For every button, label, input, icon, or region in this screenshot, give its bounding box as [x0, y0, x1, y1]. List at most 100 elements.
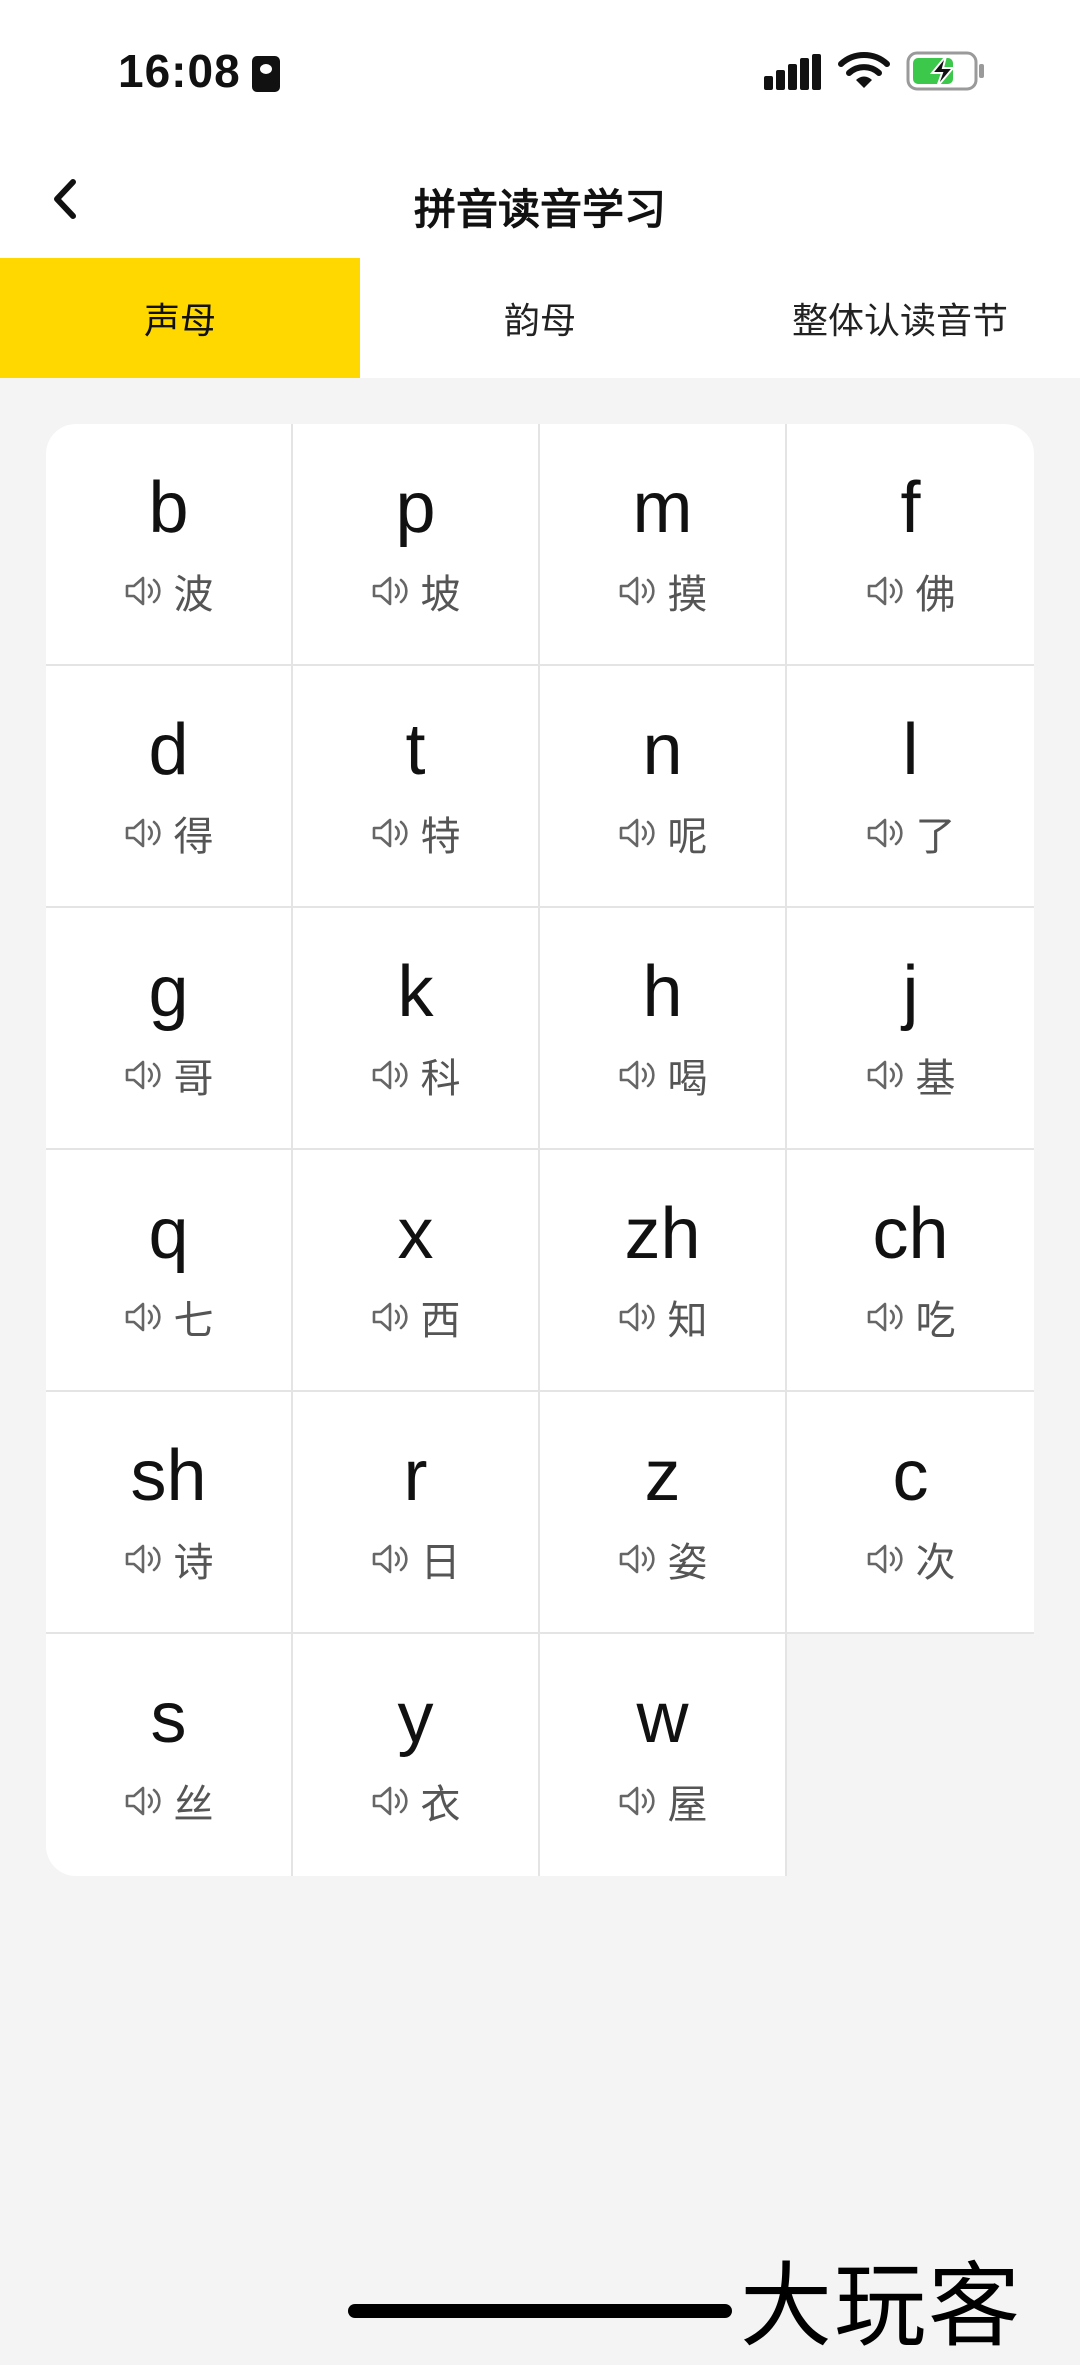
pronunciation-hint[interactable]: 姿: [618, 1530, 708, 1588]
speaker-icon: [125, 1302, 161, 1332]
pinyin-card[interactable]: m摸: [540, 424, 787, 666]
pronunciation-hint[interactable]: 了: [866, 804, 956, 862]
pinyin-card[interactable]: sh 诗: [46, 1392, 293, 1634]
status-time: 16:08: [118, 45, 241, 97]
pronunciation-hint[interactable]: 佛: [866, 562, 956, 620]
example-character: 基: [915, 1056, 956, 1102]
pinyin-card[interactable]: k科: [293, 908, 540, 1150]
watermark: 大玩客: [740, 2253, 1023, 2360]
pronunciation-hint[interactable]: 特: [371, 804, 461, 862]
example-character: 吃: [915, 1298, 956, 1344]
pinyin-letter: w: [636, 1678, 689, 1758]
pronunciation-hint[interactable]: 波: [124, 562, 214, 620]
example-character: 坡: [420, 572, 461, 618]
speaker-icon: [619, 1302, 655, 1332]
pinyin-letter: c: [892, 1436, 929, 1516]
pinyin-card[interactable]: h喝: [540, 908, 787, 1150]
pronunciation-hint[interactable]: 哥: [124, 1046, 214, 1104]
example-character: 知: [667, 1298, 708, 1344]
pinyin-card[interactable]: ch 吃: [787, 1150, 1034, 1392]
pinyin-card[interactable]: n呢: [540, 666, 787, 908]
pinyin-card[interactable]: j基: [787, 908, 1034, 1150]
speaker-icon: [867, 818, 903, 848]
pinyin-card[interactable]: f佛: [787, 424, 1034, 666]
pinyin-letter: sh: [130, 1436, 207, 1516]
tab-finals[interactable]: 韵母: [360, 258, 720, 378]
example-character: 波: [173, 572, 214, 618]
pronunciation-hint[interactable]: 喝: [618, 1046, 708, 1104]
pronunciation-hint[interactable]: 诗: [124, 1530, 214, 1588]
pronunciation-hint[interactable]: 衣: [371, 1772, 461, 1830]
pinyin-card[interactable]: x西: [293, 1150, 540, 1392]
speaker-icon: [867, 1060, 903, 1090]
speaker-icon: [372, 1060, 408, 1090]
pinyin-card[interactable]: w屋: [540, 1634, 787, 1876]
status-bar: 16:08: [0, 0, 1080, 140]
pronunciation-hint[interactable]: 日: [371, 1530, 461, 1588]
example-character: 西: [420, 1298, 461, 1344]
pronunciation-hint[interactable]: 科: [371, 1046, 461, 1104]
speaker-icon: [125, 1544, 161, 1574]
pinyin-card[interactable]: z姿: [540, 1392, 787, 1634]
pronunciation-hint[interactable]: 基: [866, 1046, 956, 1104]
speaker-icon: [867, 576, 903, 606]
pronunciation-hint[interactable]: 得: [124, 804, 214, 862]
pinyin-card[interactable]: g哥: [46, 908, 293, 1150]
pronunciation-hint[interactable]: 丝: [124, 1772, 214, 1830]
pinyin-card[interactable]: d得: [46, 666, 293, 908]
pinyin-card[interactable]: q七: [46, 1150, 293, 1392]
example-character: 得: [173, 814, 214, 860]
pronunciation-hint[interactable]: 坡: [371, 562, 461, 620]
pinyin-letter: x: [397, 1194, 434, 1274]
navigation-bar: 拼音读音学习: [0, 140, 1080, 258]
pronunciation-hint[interactable]: 西: [371, 1288, 461, 1346]
speaker-icon: [372, 1786, 408, 1816]
pronunciation-hint[interactable]: 知: [618, 1288, 708, 1346]
speaker-icon: [619, 1786, 655, 1816]
example-character: 呢: [667, 814, 708, 860]
example-character: 哥: [173, 1056, 214, 1102]
speaker-icon: [372, 818, 408, 848]
pinyin-letter: l: [902, 710, 919, 790]
pronunciation-hint[interactable]: 吃: [866, 1288, 956, 1346]
speaker-icon: [619, 576, 655, 606]
speaker-icon: [125, 1786, 161, 1816]
pronunciation-hint[interactable]: 七: [124, 1288, 214, 1346]
signal-icon: [764, 54, 821, 90]
wifi-icon: [838, 52, 890, 88]
pinyin-letter: n: [642, 710, 683, 790]
tab-whole-syllables[interactable]: 整体认读音节: [720, 258, 1080, 378]
example-character: 衣: [420, 1782, 461, 1828]
speaker-icon: [372, 576, 408, 606]
pinyin-card[interactable]: b波: [46, 424, 293, 666]
pinyin-card[interactable]: l了: [787, 666, 1034, 908]
pinyin-letter: h: [642, 952, 683, 1032]
pinyin-card[interactable]: p坡: [293, 424, 540, 666]
example-character: 科: [420, 1056, 461, 1102]
example-character: 日: [420, 1540, 461, 1586]
pronunciation-hint[interactable]: 摸: [618, 562, 708, 620]
pinyin-card[interactable]: zh 知: [540, 1150, 787, 1392]
home-indicator[interactable]: [348, 2304, 732, 2318]
pronunciation-hint[interactable]: 次: [866, 1530, 956, 1588]
pinyin-letter: p: [395, 468, 436, 548]
tab-initials[interactable]: 声母: [0, 258, 360, 378]
pinyin-letter: z: [644, 1436, 681, 1516]
pinyin-letter: y: [397, 1678, 434, 1758]
pinyin-letter: s: [150, 1678, 187, 1758]
empty-cell: [787, 1634, 1034, 1876]
example-character: 次: [915, 1540, 956, 1586]
screen-lock-icon: [252, 56, 280, 92]
speaker-icon: [372, 1544, 408, 1574]
pinyin-card[interactable]: t特: [293, 666, 540, 908]
pinyin-card[interactable]: s丝: [46, 1634, 293, 1876]
pronunciation-hint[interactable]: 屋: [618, 1772, 708, 1830]
pinyin-card[interactable]: c次: [787, 1392, 1034, 1634]
example-character: 姿: [667, 1540, 708, 1586]
pinyin-card[interactable]: r日: [293, 1392, 540, 1634]
example-character: 佛: [915, 572, 956, 618]
example-character: 诗: [173, 1540, 214, 1586]
pinyin-card[interactable]: y衣: [293, 1634, 540, 1876]
pronunciation-hint[interactable]: 呢: [618, 804, 708, 862]
speaker-icon: [125, 576, 161, 606]
